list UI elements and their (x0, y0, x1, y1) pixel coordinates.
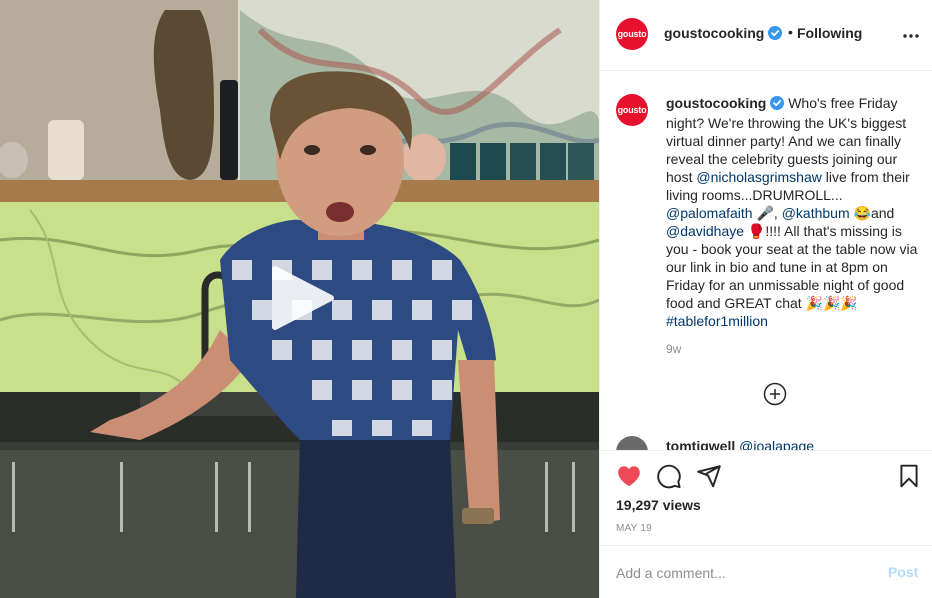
heart-filled-icon[interactable] (616, 463, 642, 489)
caption-username[interactable]: goustocooking (666, 95, 766, 111)
view-count[interactable]: 19,297 views (616, 497, 701, 513)
mention-link[interactable]: @nicholasgrimshaw (696, 169, 821, 185)
verified-icon (770, 96, 785, 114)
post-comment-button[interactable]: Post (888, 564, 918, 580)
comment-input[interactable] (616, 562, 866, 584)
add-comment-bar: Post (600, 545, 932, 598)
bookmark-icon[interactable] (896, 463, 922, 489)
caption-avatar[interactable]: gousto (616, 94, 648, 126)
post-side-panel: gousto goustocooking • Following gousto … (599, 0, 932, 598)
post-video[interactable] (0, 0, 599, 598)
caption-part: 🎤, (752, 205, 782, 221)
comment-icon[interactable] (656, 463, 682, 489)
post-date[interactable]: MAY 19 (616, 523, 652, 534)
commenter-avatar[interactable] (616, 436, 648, 450)
caption-timestamp[interactable]: 9w (666, 342, 681, 356)
author-avatar[interactable]: gousto (616, 18, 648, 50)
comment-item: tomtigwell @joalapage (616, 436, 932, 450)
mention-link[interactable]: @palomafaith (666, 205, 753, 221)
load-more-comments-icon[interactable] (763, 382, 787, 406)
following-button[interactable]: Following (797, 25, 862, 41)
author-username[interactable]: goustocooking (664, 25, 783, 43)
header-separator: • (788, 24, 793, 40)
caption-part: 😂and (849, 205, 895, 221)
hashtag-link[interactable]: #tablefor1million (666, 313, 768, 329)
verified-icon (768, 26, 783, 43)
mention-link[interactable]: @kathbum (782, 205, 850, 221)
commenter-username-text[interactable]: tomtigwell (666, 438, 735, 450)
play-icon[interactable] (269, 265, 335, 331)
more-options-icon[interactable] (900, 25, 922, 45)
commenter-username[interactable]: tomtigwell @joalapage (666, 438, 814, 450)
share-icon[interactable] (696, 463, 722, 489)
mention-link[interactable]: @davidhaye (666, 223, 744, 239)
mention-link[interactable]: @joalapage (739, 438, 814, 450)
post-actions: 19,297 views MAY 19 (600, 450, 932, 546)
comments-section[interactable]: gousto goustocooking Who's free Friday n… (600, 72, 932, 450)
post-caption: goustocooking Who's free Friday night? W… (666, 94, 924, 330)
post-header: gousto goustocooking • Following (600, 0, 932, 71)
author-username-text[interactable]: goustocooking (664, 25, 764, 41)
